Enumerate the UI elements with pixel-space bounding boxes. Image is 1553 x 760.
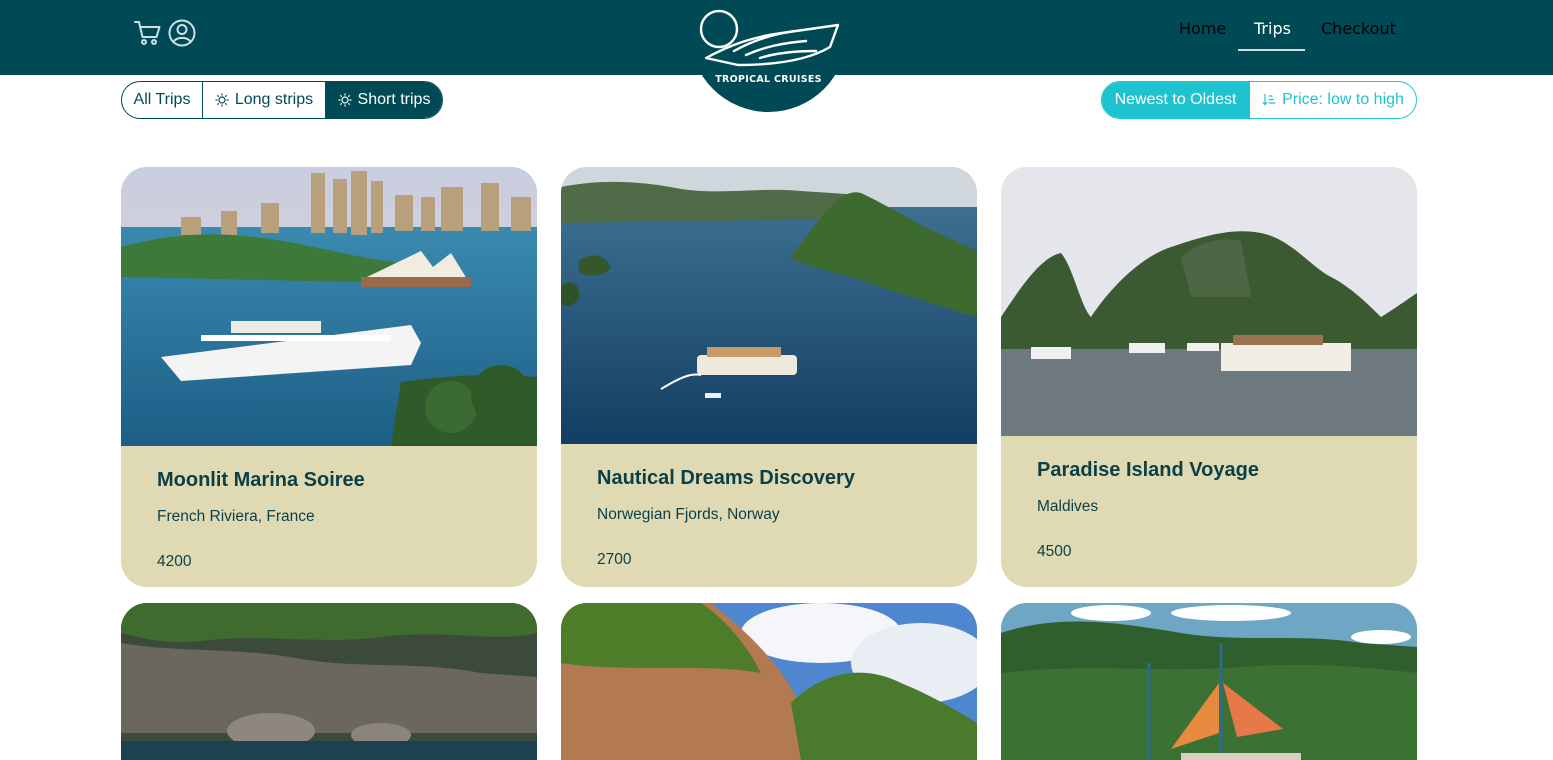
- sort-ascending-icon: [1262, 93, 1276, 106]
- trip-length-filter: All Trips Long strips Short trips: [121, 81, 443, 119]
- trip-location: Norwegian Fjords, Norway: [597, 506, 780, 523]
- sun-icon: [338, 93, 352, 107]
- trip-card[interactable]: [1001, 603, 1417, 760]
- sort-price[interactable]: Price: low to high: [1249, 82, 1416, 118]
- filter-long-trips[interactable]: Long strips: [202, 82, 325, 118]
- filter-short-trips-label: Short trips: [357, 91, 431, 108]
- nav-active-indicator: [1238, 49, 1305, 51]
- trip-title[interactable]: Moonlit Marina Soiree: [157, 469, 365, 492]
- trip-card[interactable]: [561, 603, 977, 760]
- trip-card[interactable]: Moonlit Marina Soiree French Riviera, Fr…: [121, 167, 537, 587]
- sort-price-label: Price: low to high: [1282, 91, 1404, 108]
- sort-newest[interactable]: Newest to Oldest: [1102, 82, 1249, 118]
- cart-icon[interactable]: [133, 18, 163, 48]
- sort-control: Newest to Oldest Price: low to high: [1101, 81, 1417, 119]
- nav-home[interactable]: Home: [1179, 19, 1226, 38]
- trip-location: French Riviera, France: [157, 508, 315, 525]
- karst-islands-boats-photo: [1001, 167, 1417, 436]
- filter-short-trips[interactable]: Short trips: [325, 82, 442, 118]
- bay-islands-boat-photo: [561, 167, 977, 444]
- trip-card[interactable]: Paradise Island Voyage Maldives 4500: [1001, 167, 1417, 587]
- filter-long-trips-label: Long strips: [234, 91, 314, 108]
- filter-all-trips-label: All Trips: [133, 91, 191, 108]
- trip-price: 4200: [157, 553, 192, 570]
- rocky-coast-photo: [121, 603, 537, 760]
- cliffs-sky-photo: [561, 603, 977, 760]
- brand-logo[interactable]: TROPICAL CRUISES: [690, 0, 847, 112]
- trip-location: Maldives: [1037, 498, 1099, 515]
- trip-price: 4500: [1037, 543, 1072, 560]
- nav-trips[interactable]: Trips: [1254, 19, 1291, 38]
- user-icon[interactable]: [167, 18, 197, 48]
- trip-title[interactable]: Nautical Dreams Discovery: [597, 467, 855, 490]
- trip-price: 2700: [597, 551, 632, 568]
- brand-name: TROPICAL CRUISES: [715, 74, 822, 85]
- cruise-ship-harbor-photo: [121, 167, 537, 446]
- trip-card[interactable]: Nautical Dreams Discovery Norwegian Fjor…: [561, 167, 977, 587]
- sailboat-jungle-photo: [1001, 603, 1417, 760]
- trip-title[interactable]: Paradise Island Voyage: [1037, 459, 1259, 482]
- nav-checkout[interactable]: Checkout: [1321, 19, 1396, 38]
- sun-icon: [215, 93, 229, 107]
- filter-all-trips[interactable]: All Trips: [122, 82, 202, 118]
- sort-newest-label: Newest to Oldest: [1114, 91, 1237, 108]
- trip-card[interactable]: [121, 603, 537, 760]
